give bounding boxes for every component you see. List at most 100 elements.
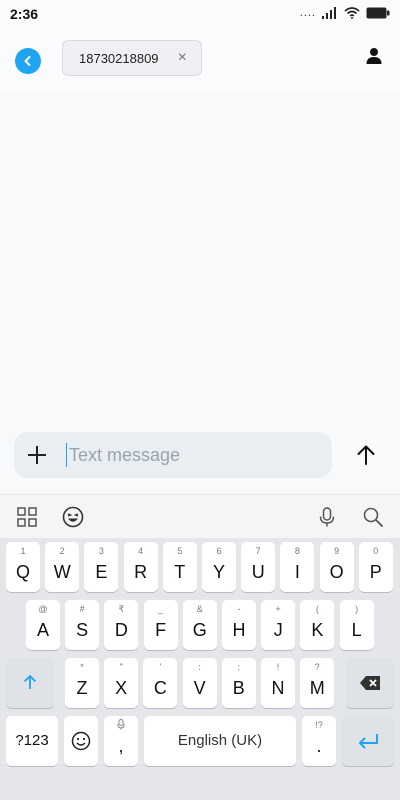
key-hint: @ <box>38 604 48 614</box>
shift-key[interactable] <box>6 658 54 708</box>
keyboard-row-3: * Z " X ' C: V; B! N? M <box>0 658 400 710</box>
key-hint: * <box>80 662 84 672</box>
message-input[interactable] <box>66 443 319 467</box>
key-hint: ! <box>276 662 280 672</box>
key-c[interactable]: ' C <box>143 658 178 708</box>
backspace-key[interactable] <box>346 658 394 708</box>
comma-key[interactable]: , <box>104 716 138 766</box>
key-d[interactable]: ₹ D <box>104 600 139 650</box>
key-hint: _ <box>158 604 164 614</box>
key-x[interactable]: " X <box>104 658 139 708</box>
chevron-left-icon <box>24 56 31 66</box>
key-w[interactable]: 2W <box>45 542 80 592</box>
key-label: M <box>309 678 325 698</box>
space-key[interactable]: English (UK) <box>144 716 296 766</box>
key-label: F <box>155 620 167 640</box>
key-hint: - <box>237 604 241 614</box>
conversation-header: 18730218809 × <box>0 28 400 90</box>
key-v[interactable]: :V <box>182 658 217 708</box>
key-hint: # <box>79 604 85 614</box>
key-a[interactable]: @ A <box>26 600 60 650</box>
mic-icon[interactable] <box>316 506 338 528</box>
person-icon[interactable] <box>364 46 384 66</box>
period-key[interactable]: !? . <box>302 716 336 766</box>
key-t[interactable]: 5T <box>162 542 197 592</box>
key-label: Z <box>76 678 88 698</box>
key-label: P <box>369 562 382 582</box>
key-label: U <box>251 562 265 582</box>
key-hint: ) <box>355 604 359 614</box>
key-label: R <box>134 562 148 582</box>
key-label: B <box>232 678 245 698</box>
key-hint: 7 <box>255 546 261 556</box>
plus-icon[interactable] <box>26 444 48 466</box>
key-hint: 3 <box>98 546 104 556</box>
status-bar: 2:36 .... <box>0 0 400 28</box>
key-label: H <box>232 620 246 640</box>
enter-key[interactable] <box>342 716 394 766</box>
key-k[interactable]: (K <box>300 600 335 650</box>
wifi-icon <box>344 7 360 19</box>
arrow-up-icon[interactable] <box>354 443 378 467</box>
key-label: E <box>95 562 108 582</box>
status-icons: .... <box>300 7 390 19</box>
key-hint: ' <box>159 662 162 672</box>
symbols-key[interactable]: ?123 <box>6 716 58 766</box>
backspace-icon <box>360 676 380 690</box>
key-y[interactable]: 6Y <box>202 542 236 592</box>
key-hint: 5 <box>177 546 183 556</box>
status-time: 2:36 <box>10 6 39 22</box>
symbols-key-label: ?123 <box>15 732 49 749</box>
key-hint: ? <box>314 662 320 672</box>
grid-icon[interactable] <box>16 506 38 528</box>
status-dots: .... <box>299 7 316 19</box>
key-hint: 8 <box>294 546 300 556</box>
key-label: V <box>193 678 206 698</box>
key-z[interactable]: * Z <box>65 658 99 708</box>
key-p[interactable]: 0P <box>358 542 393 592</box>
period-key-hint: !? <box>315 720 323 730</box>
key-s[interactable]: # S <box>65 600 100 650</box>
enter-icon <box>359 734 378 749</box>
key-h[interactable]: -H <box>222 600 256 650</box>
key-q[interactable]: 1Q <box>6 542 40 592</box>
key-label: G <box>192 620 207 640</box>
key-hint: ( <box>315 604 319 614</box>
key-i[interactable]: 8I <box>280 542 315 592</box>
emoji-icon <box>71 731 91 751</box>
key-o[interactable]: 9O <box>319 542 354 592</box>
key-l[interactable]: ) L <box>339 600 374 650</box>
key-label: W <box>53 562 71 582</box>
key-hint: 0 <box>373 546 379 556</box>
back-button[interactable] <box>15 48 41 74</box>
key-g[interactable]: & G <box>182 600 217 650</box>
key-label: J <box>273 620 283 640</box>
key-label: I <box>294 562 300 582</box>
keyboard: 1Q2W3E4R5T6Y7U8I9O0P @ A # S ₹ D _ F & G - H + J(K) L … <box>0 538 400 800</box>
key-j[interactable]: + J <box>261 600 296 650</box>
key-label: Q <box>15 562 30 582</box>
key-r[interactable]: 4R <box>123 542 158 592</box>
search-icon[interactable] <box>362 506 384 528</box>
key-b[interactable]: ; B <box>221 658 256 708</box>
recipient-chip[interactable]: 18730218809 × <box>62 40 202 76</box>
key-hint: 1 <box>20 546 26 556</box>
emoji-icon[interactable] <box>62 506 84 528</box>
key-hint: 4 <box>138 546 144 556</box>
key-hint: : <box>198 662 201 672</box>
space-key-label: English (UK) <box>177 732 263 749</box>
key-m[interactable]: ? M <box>300 658 335 708</box>
key-label: K <box>311 620 324 640</box>
key-label: D <box>114 620 128 640</box>
key-label: C <box>153 678 167 698</box>
key-label: L <box>351 620 362 640</box>
key-f[interactable]: _ F <box>143 600 178 650</box>
period-key-label: . <box>316 736 322 756</box>
signal-icon <box>322 7 336 19</box>
key-n[interactable]: ! N <box>261 658 295 708</box>
key-label: O <box>329 562 344 582</box>
key-e[interactable]: 3E <box>84 542 119 592</box>
key-u[interactable]: 7U <box>241 542 276 592</box>
emoji-key[interactable] <box>64 716 98 766</box>
remove-recipient-icon[interactable]: × <box>178 50 187 66</box>
